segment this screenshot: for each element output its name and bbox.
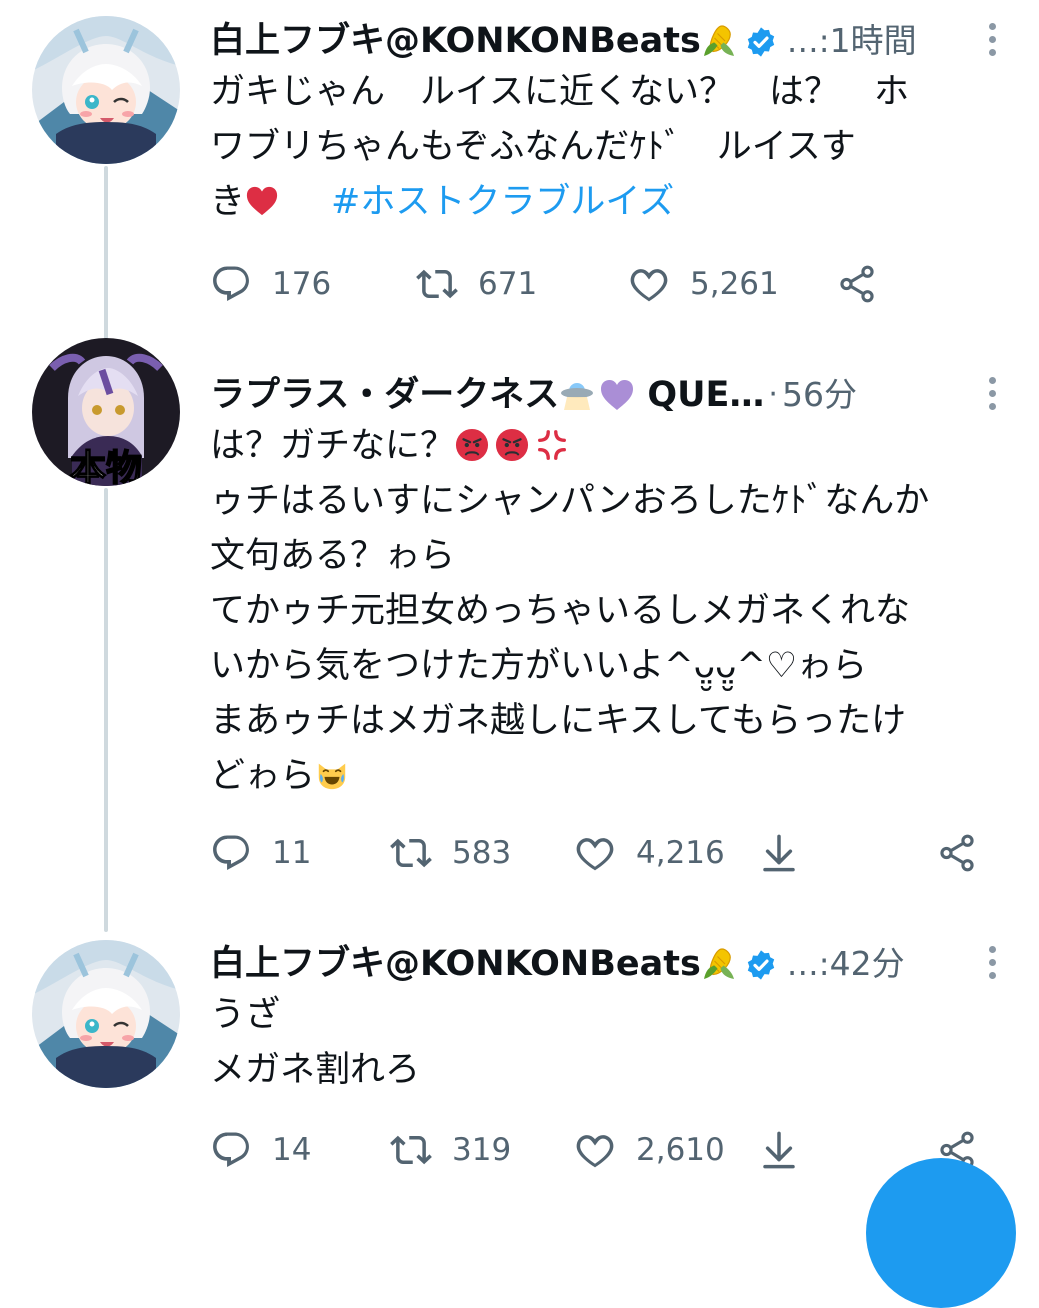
text-line: いから気をつけた方がいいよ^ᴗ̤̮ᴗ̤̮^♡ゎら <box>210 646 868 686</box>
text-line: うざ <box>210 995 281 1035</box>
more-options-icon[interactable] <box>987 23 997 63</box>
tweet-header: 白上フブキ@KONKONBeats …:1時間 <box>210 17 1019 65</box>
text-fragment: どゎら <box>210 756 316 796</box>
angry-face-emoji-icon <box>455 428 489 462</box>
heart-icon <box>574 1129 616 1171</box>
retweet-count: 671 <box>478 266 538 302</box>
author-handle[interactable]: …: <box>787 17 830 65</box>
text-fragment: は？ガチなに？ <box>210 426 456 466</box>
tweet-2-actions: 11 583 4,216 <box>210 828 1039 878</box>
text-line: ゥチはるいすにシャンパンおろしたｹﾄﾞなんか <box>210 481 930 521</box>
hashtag-link[interactable]: #ホストクラブルイズ <box>331 182 674 222</box>
like-count: 5,261 <box>690 266 779 302</box>
timestamp[interactable]: 56分 <box>782 371 857 419</box>
heart-icon <box>574 832 616 874</box>
tweet-text: は？ガチなに？ ゥチはるいすにシャンパンおろしたｹﾄﾞなんか 文句ある？ゎら て… <box>210 419 1019 804</box>
text-line: てかゥチ元担女めっちゃいるしメガネくれな <box>210 591 911 631</box>
cat-tears-of-joy-emoji-icon <box>315 758 349 792</box>
download-arrow-icon <box>758 1129 800 1171</box>
reply-icon <box>210 263 252 305</box>
retweet-button[interactable]: 671 <box>416 259 537 309</box>
reply-icon <box>210 1129 252 1171</box>
corn-emoji-icon <box>701 946 737 982</box>
reply-count: 14 <box>272 1132 312 1168</box>
author-handle[interactable]: …: <box>787 940 830 988</box>
red-heart-emoji-icon <box>245 184 279 218</box>
thread-line-upper <box>104 166 108 351</box>
tweet-2[interactable]: ラプラス・ダークネス QUE… · 56分 は？ガチなに？ ゥチはるいすにシャンパンお… <box>210 371 1019 804</box>
more-options-icon[interactable] <box>987 377 997 417</box>
share-button[interactable] <box>936 828 978 878</box>
author-name[interactable]: 白上フブキ@KONKONBeats <box>210 17 701 65</box>
like-button[interactable]: 4,216 <box>574 828 725 878</box>
tweet-header: ラプラス・ダークネス QUE… · 56分 <box>210 371 1019 419</box>
fubuki-avatar-image <box>32 940 180 1088</box>
retweet-button[interactable]: 583 <box>390 828 511 878</box>
verified-badge-icon <box>745 949 777 981</box>
like-button[interactable]: 2,610 <box>574 1125 725 1175</box>
retweet-button[interactable]: 319 <box>390 1125 511 1175</box>
download-arrow-icon <box>758 832 800 874</box>
like-count: 4,216 <box>636 835 725 871</box>
anger-symbol-emoji-icon <box>535 428 569 462</box>
retweet-count: 319 <box>452 1132 512 1168</box>
timestamp[interactable]: 42分 <box>830 940 905 988</box>
reply-button[interactable]: 176 <box>210 259 331 309</box>
tweet-3[interactable]: 白上フブキ@KONKONBeats …:42分 うざ メガネ割れろ <box>210 940 1019 1098</box>
author-name[interactable]: ラプラス・ダークネス <box>210 371 559 419</box>
text-line: どゎら <box>210 749 1019 804</box>
separator-dot: · <box>768 377 778 412</box>
reply-button[interactable]: 11 <box>210 828 311 878</box>
text-line: き #ホストクラブルイズ <box>210 175 1019 230</box>
text-line: ワブリちゃんもぞふなんだｹﾄﾞ ルイスす <box>210 127 856 167</box>
avatar-laplus[interactable]: 本物 <box>32 338 180 486</box>
tweet-header: 白上フブキ@KONKONBeats …:42分 <box>210 940 1019 988</box>
retweet-icon <box>416 263 458 305</box>
compose-tweet-button[interactable] <box>866 1158 1016 1308</box>
like-count: 2,610 <box>636 1132 725 1168</box>
download-button[interactable] <box>758 1125 800 1175</box>
reply-count: 11 <box>272 835 312 871</box>
author-name-suffix[interactable]: QUE… <box>647 371 764 419</box>
tweet-text: うざ メガネ割れろ <box>210 988 1019 1098</box>
more-options-icon[interactable] <box>987 946 997 986</box>
retweet-count: 583 <box>452 835 512 871</box>
text-line: ガキじゃん ルイスに近くない？ は？ ホ <box>210 72 909 112</box>
share-icon <box>936 832 978 874</box>
verified-badge-icon <box>745 26 777 58</box>
share-icon <box>836 263 878 305</box>
like-button[interactable]: 5,261 <box>628 259 779 309</box>
text-line: メガネ割れろ <box>210 1050 421 1090</box>
heart-icon <box>628 263 670 305</box>
avatar-fubuki[interactable] <box>32 940 180 1088</box>
purple-heart-emoji-icon <box>599 377 635 413</box>
avatar-fubuki[interactable] <box>32 16 180 164</box>
reply-button[interactable]: 14 <box>210 1125 311 1175</box>
text-line: まあゥチはメガネ越しにキスしてもらったけ <box>210 701 907 741</box>
angry-face-emoji-icon <box>495 428 529 462</box>
timestamp[interactable]: 1時間 <box>830 17 917 65</box>
ufo-emoji-icon <box>559 377 595 413</box>
laplus-avatar-image: 本物 <box>32 338 180 486</box>
tweet-text: ガキじゃん ルイスに近くない？ は？ ホ ワブリちゃんもぞふなんだｹﾄﾞ ルイス… <box>210 65 1019 230</box>
tweet-1[interactable]: 白上フブキ@KONKONBeats …:1時間 ガキじゃん ルイスに近くない？ は… <box>210 17 1019 230</box>
avatar-caption: 本物 <box>70 447 142 486</box>
retweet-icon <box>390 1129 432 1171</box>
reply-count: 176 <box>272 266 332 302</box>
tweet-1-actions: 176 671 5,261 <box>210 259 1039 309</box>
download-button[interactable] <box>758 828 800 878</box>
text-line: 文句ある？ゎら <box>210 536 456 576</box>
author-name[interactable]: 白上フブキ@KONKONBeats <box>210 940 701 988</box>
text-fragment: き <box>210 182 246 222</box>
share-button[interactable] <box>836 259 878 309</box>
text-line: は？ガチなに？ <box>210 419 1019 474</box>
retweet-icon <box>390 832 432 874</box>
reply-icon <box>210 832 252 874</box>
fubuki-avatar-image <box>32 16 180 164</box>
thread-line-lower <box>104 488 108 932</box>
corn-emoji-icon <box>701 23 737 59</box>
